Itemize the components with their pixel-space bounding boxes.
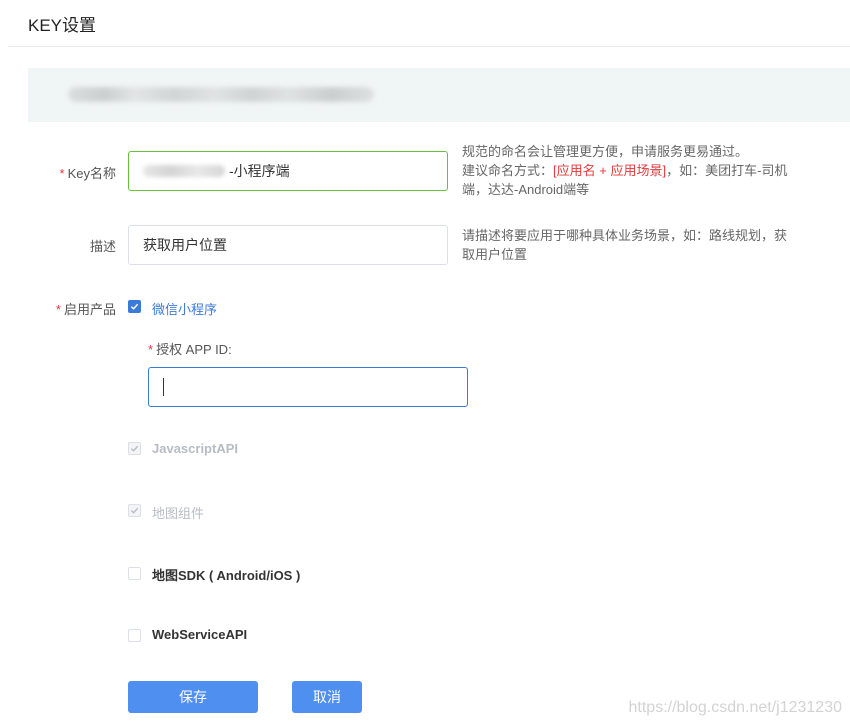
key-name-hint-pattern: [应用名 + 应用场景]: [553, 163, 667, 178]
appid-label: * 授权 APP ID:: [148, 339, 232, 358]
appid-label-text: 授权 APP ID:: [156, 342, 232, 357]
description-value: 获取用户位置: [143, 237, 227, 253]
wechat-miniprogram-label[interactable]: 微信小程序: [152, 299, 217, 318]
javascriptapi-checkbox[interactable]: [128, 442, 141, 455]
key-name-input[interactable]: -小程序端: [128, 151, 448, 191]
appid-input[interactable]: [148, 367, 468, 407]
redacted-app-name: [143, 165, 225, 177]
description-hint: 请描述将要应用于哪种具体业务场景，如：路线规划，获 取用户位置: [462, 226, 832, 264]
description-hint-line2: 取用户位置: [462, 247, 528, 262]
description-input[interactable]: 获取用户位置: [128, 225, 448, 265]
key-name-hint-prefix: 建议命名方式：: [462, 163, 554, 178]
required-mark: *: [148, 342, 154, 357]
save-button[interactable]: 保存: [128, 681, 258, 713]
watermark: https://blog.csdn.net/j1231230: [628, 699, 843, 716]
key-name-label-text: Key名称: [67, 166, 116, 181]
key-name-hint: 规范的命名会让管理更方便，申请服务更易通过。 建议命名方式：[应用名 + 应用场…: [462, 142, 832, 199]
webserviceapi-checkbox[interactable]: [128, 629, 141, 642]
products-label-text: 启用产品: [63, 302, 116, 317]
key-name-label: * Key名称: [40, 163, 116, 182]
key-name-hint-example-a: ，如：美团打车-司机: [666, 163, 788, 178]
products-label: * 启用产品: [40, 299, 116, 318]
required-mark: *: [59, 166, 65, 181]
map-sdk-label[interactable]: 地图SDK ( Android/iOS ): [152, 565, 300, 584]
description-label: 描述: [89, 239, 116, 254]
wechat-miniprogram-checkbox[interactable]: [128, 300, 141, 313]
map-component-label: 地图组件: [152, 506, 205, 521]
map-component-checkbox[interactable]: [128, 504, 141, 517]
map-sdk-checkbox[interactable]: [128, 567, 141, 580]
key-name-value: -小程序端: [229, 163, 290, 179]
javascriptapi-label: JavascriptAPI: [152, 441, 238, 456]
webserviceapi-label[interactable]: WebServiceAPI: [152, 627, 247, 642]
cancel-button[interactable]: 取消: [292, 681, 362, 713]
check-icon: [130, 445, 139, 452]
page-title: KEY设置: [28, 16, 97, 35]
description-hint-line1: 请描述将要应用于哪种具体业务场景，如：路线规划，获: [462, 228, 788, 243]
key-name-hint-example-b: 端，达达-Android端等: [462, 182, 590, 197]
title-divider: [8, 46, 850, 47]
key-name-hint-line1: 规范的命名会让管理更方便，申请服务更易通过。: [462, 144, 749, 159]
text-caret: [163, 378, 164, 396]
check-icon: [130, 507, 139, 514]
check-icon: [130, 303, 139, 310]
required-mark: *: [55, 302, 61, 317]
redacted-key-value: [68, 87, 374, 102]
